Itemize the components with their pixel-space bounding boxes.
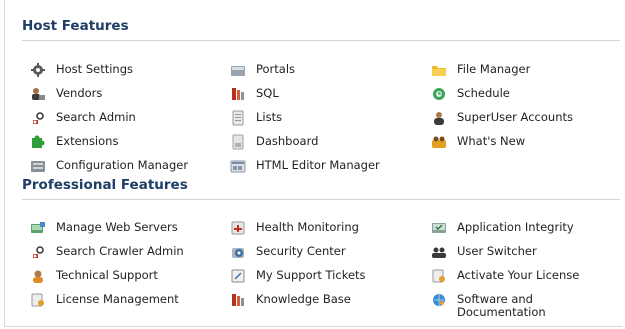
user-switcher-icon	[431, 244, 447, 260]
link-label: Portals	[256, 62, 296, 76]
link-activate-your-license[interactable]: Activate Your License	[431, 269, 579, 284]
link-label: What's New	[457, 134, 526, 148]
integrity-icon	[431, 220, 447, 236]
link-application-integrity[interactable]: Application Integrity	[431, 221, 574, 236]
link-label: Manage Web Servers	[56, 220, 178, 234]
link-label: User Switcher	[457, 244, 537, 258]
folder-icon	[431, 62, 447, 78]
link-host-settings[interactable]: Host Settings	[30, 63, 133, 78]
link-label: Security Center	[256, 244, 346, 258]
link-license-management[interactable]: License Management	[30, 293, 179, 308]
link-superuser-accounts[interactable]: SuperUser Accounts	[431, 111, 573, 126]
puzzle-icon	[30, 134, 46, 150]
html-editor-icon	[230, 158, 246, 174]
link-search-crawler-admin[interactable]: Search Crawler Admin	[30, 245, 184, 260]
link-schedule[interactable]: Schedule	[431, 87, 510, 102]
link-user-switcher[interactable]: User Switcher	[431, 245, 537, 260]
tickets-icon	[230, 268, 246, 284]
link-label: Lists	[256, 110, 283, 124]
link-label: Configuration Manager	[56, 158, 189, 172]
activate-license-icon	[431, 268, 447, 284]
sql-icon	[230, 86, 246, 102]
link-dashboard[interactable]: Dashboard	[230, 134, 319, 150]
superuser-icon	[431, 110, 447, 126]
link-configuration-manager[interactable]: Configuration Manager	[30, 159, 188, 174]
link-label: Search Crawler Admin	[56, 244, 184, 258]
link-lists[interactable]: Lists	[230, 110, 283, 126]
link-extensions[interactable]: Extensions	[30, 135, 118, 150]
link-my-support-tickets[interactable]: My Support Tickets	[230, 269, 366, 284]
link-label: SuperUser Accounts	[457, 110, 573, 124]
web-servers-icon	[30, 220, 46, 236]
link-label: Dashboard	[256, 134, 319, 148]
gear-icon	[30, 62, 46, 78]
host-features-heading: Host Features	[22, 18, 129, 34]
dashboard-icon	[230, 134, 246, 150]
link-html-editor-manager[interactable]: HTML Editor Manager	[230, 159, 380, 174]
schedule-icon	[431, 86, 447, 102]
search-crawler-icon	[30, 244, 46, 260]
link-label: HTML Editor Manager	[256, 158, 380, 172]
link-label: SQL	[256, 86, 279, 100]
link-label: Schedule	[457, 86, 510, 100]
license-icon	[30, 292, 46, 308]
link-file-manager[interactable]: File Manager	[431, 63, 530, 78]
professional-features-divider	[22, 199, 620, 200]
link-label: Health Monitoring	[256, 220, 359, 234]
link-label: Software and Documentation	[457, 292, 546, 319]
link-label: Extensions	[56, 134, 119, 148]
support-icon	[30, 268, 46, 284]
link-label: Vendors	[56, 86, 103, 100]
link-vendors[interactable]: Vendors	[30, 87, 102, 102]
link-label: Search Admin	[56, 110, 136, 124]
link-sql[interactable]: SQL	[230, 87, 279, 102]
link-label: Technical Support	[56, 268, 158, 282]
search-admin-icon	[30, 110, 46, 126]
host-features-divider	[22, 40, 620, 41]
link-label: My Support Tickets	[256, 268, 366, 282]
knowledge-icon	[230, 292, 246, 308]
health-icon	[230, 220, 246, 236]
security-icon	[230, 244, 246, 260]
link-manage-web-servers[interactable]: Manage Web Servers	[30, 221, 178, 236]
link-knowledge-base[interactable]: Knowledge Base	[230, 293, 351, 308]
config-icon	[30, 158, 46, 174]
lists-icon	[230, 110, 246, 126]
link-search-admin[interactable]: Search Admin	[30, 111, 136, 126]
link-security-center[interactable]: Security Center	[230, 245, 346, 260]
vendors-icon	[30, 86, 46, 102]
link-software-and-documentation[interactable]: Software and Documentation	[431, 293, 567, 319]
software-docs-icon	[431, 292, 447, 308]
whats-new-icon	[431, 134, 447, 150]
link-label: Host Settings	[56, 62, 134, 76]
link-technical-support[interactable]: Technical Support	[30, 269, 158, 284]
professional-features-heading: Professional Features	[22, 177, 188, 193]
link-label: File Manager	[457, 62, 531, 76]
link-label: License Management	[56, 292, 179, 306]
link-label: Application Integrity	[457, 220, 574, 234]
link-what-s-new[interactable]: What's New	[431, 135, 525, 150]
link-portals[interactable]: Portals	[230, 63, 295, 78]
portals-icon	[230, 62, 246, 78]
link-health-monitoring[interactable]: Health Monitoring	[230, 221, 359, 236]
link-label: Activate Your License	[457, 268, 580, 282]
link-label: Knowledge Base	[256, 292, 351, 306]
